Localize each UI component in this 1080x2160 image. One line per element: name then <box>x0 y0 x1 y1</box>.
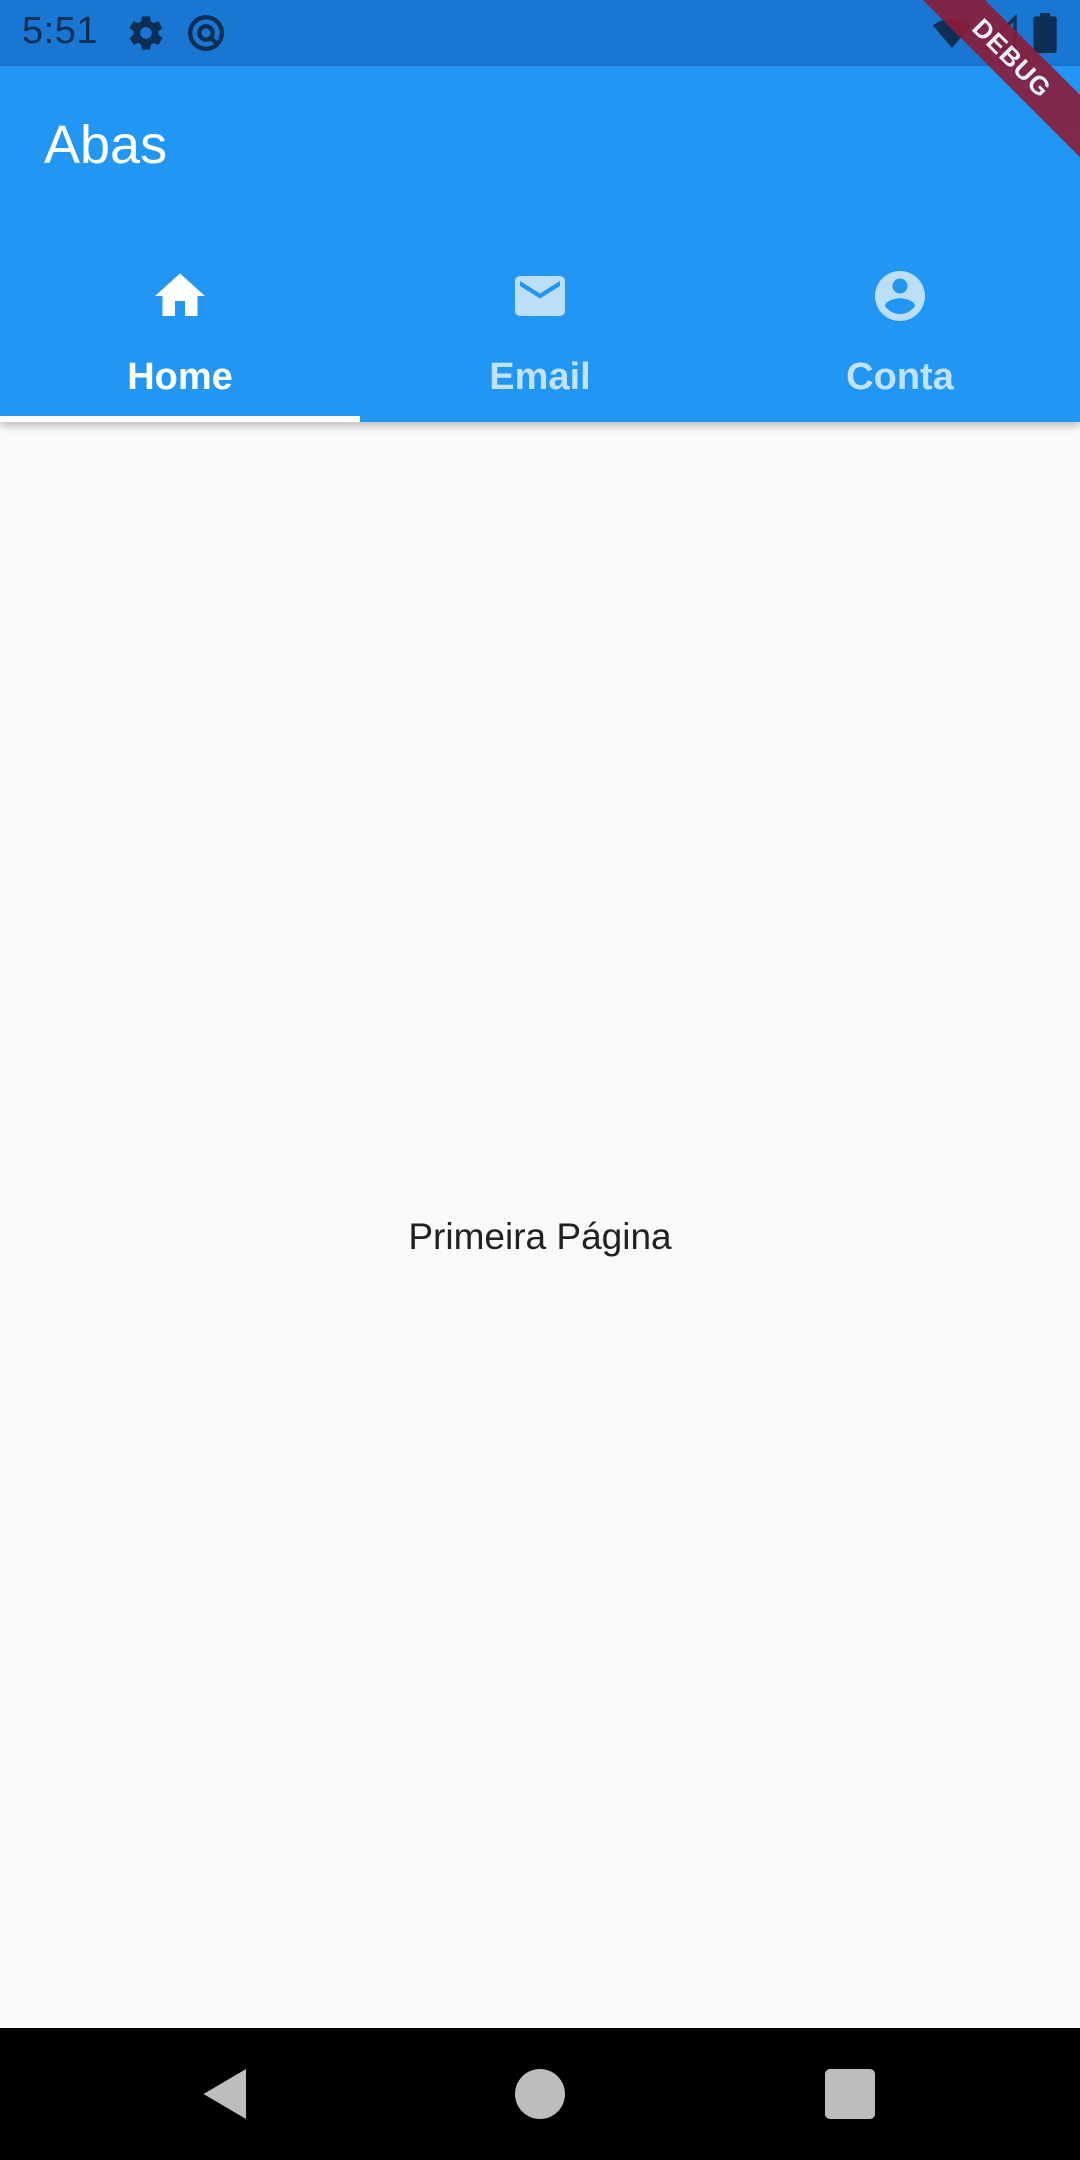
email-icon <box>515 276 565 316</box>
page-title: Abas <box>44 115 168 175</box>
tab-email[interactable]: Email <box>360 256 720 422</box>
tab-conta[interactable]: Conta <box>720 256 1080 422</box>
app-bar: Abas Home Email Conta <box>0 66 1080 422</box>
page-content-text: Primeira Página <box>408 1216 672 1257</box>
battery-icon <box>1033 13 1057 53</box>
at-sign-icon <box>188 15 224 51</box>
status-time: 5:51 <box>22 10 98 52</box>
page-body: Primeira Página <box>0 422 1080 2028</box>
tab-label-email: Email <box>489 356 591 398</box>
tab-label-home: Home <box>127 356 233 398</box>
settings-icon <box>129 16 163 50</box>
status-bar: 5:51 <box>0 0 1080 66</box>
tab-home[interactable]: Home <box>0 256 360 422</box>
tab-bar: Home Email Conta <box>0 256 1080 422</box>
home-icon <box>155 273 205 316</box>
recents-icon[interactable] <box>820 2064 880 2124</box>
home-circle-icon[interactable] <box>510 2064 570 2124</box>
screen: 5:51 Abas Home Email Conta Primeira Pági… <box>0 0 1080 2160</box>
account-circle-icon <box>875 271 925 321</box>
back-icon[interactable] <box>196 2064 256 2124</box>
tab-label-conta: Conta <box>846 356 954 398</box>
system-nav-bar <box>0 2028 1080 2160</box>
